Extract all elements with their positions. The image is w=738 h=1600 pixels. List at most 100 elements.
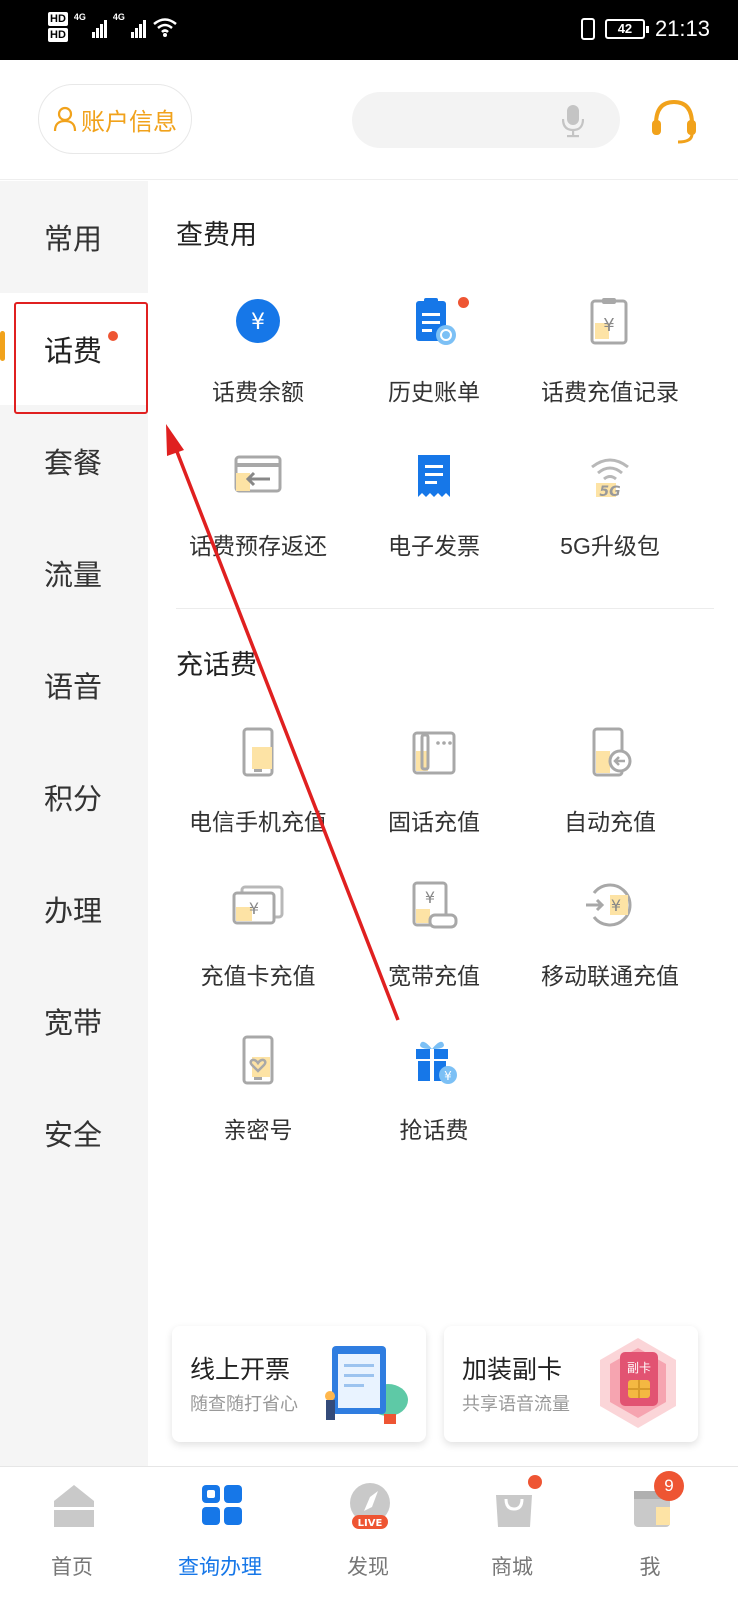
sub-card-art-text: 副卡	[627, 1361, 651, 1375]
bill-history-icon	[416, 298, 456, 345]
grid-item-label: 电信手机充值	[189, 809, 327, 835]
grid-item-landline-recharge[interactable]: 固话充值	[344, 727, 524, 877]
account-info-label: 账户信息	[81, 108, 177, 136]
sidebar-item-data[interactable]: 流量	[0, 517, 148, 629]
grid-item-label: 历史账单	[388, 379, 480, 405]
grid-item-e-invoice[interactable]: 电子发票	[344, 451, 524, 601]
card-recharge-icon: ¥	[232, 885, 284, 925]
notification-count-badge: 9	[654, 1471, 684, 1501]
grid-item-label: 移动联通充值	[541, 963, 679, 989]
hd-indicators: HD HD	[48, 12, 68, 42]
grid-item-recharge-record[interactable]: ¥ 话费充值记录	[520, 297, 700, 447]
promo-title: 线上开票	[190, 1356, 291, 1384]
svg-text:¥: ¥	[611, 896, 621, 915]
nav-query[interactable]: 查询办理	[160, 1481, 280, 1591]
grid-item-label: 自动充值	[564, 809, 656, 835]
sidebar-item-package[interactable]: 套餐	[0, 405, 148, 517]
promo-card-add-sub-card[interactable]: 加装副卡 共享语音流量 副卡	[444, 1326, 698, 1442]
invoice-illustration-icon	[325, 1346, 408, 1424]
sidebar-item-security[interactable]: 安全	[0, 1077, 148, 1189]
nav-discover[interactable]: LIVE 发现	[308, 1481, 428, 1591]
live-badge-text: LIVE	[358, 1518, 383, 1529]
section-title-check-fees: 查费用	[176, 220, 257, 250]
promo-card-online-invoice[interactable]: 线上开票 随查随打省心	[172, 1326, 426, 1442]
sidebar-item-voice[interactable]: 语音	[0, 629, 148, 741]
prestore-return-icon	[234, 455, 282, 493]
grid-item-label: 固话充值	[388, 809, 480, 835]
wifi-icon	[153, 18, 177, 37]
sim-card-illustration-icon: 副卡	[600, 1338, 676, 1428]
shopping-bag-icon	[496, 1495, 532, 1527]
notification-dot	[458, 297, 469, 308]
customer-service-icon[interactable]	[648, 96, 700, 146]
hd-badge-1: HD	[48, 12, 68, 26]
home-icon	[54, 1485, 94, 1527]
grid-item-label: 电子发票	[388, 533, 480, 559]
grid-item-card-recharge[interactable]: ¥ 充值卡充值	[168, 881, 348, 1031]
top-header: 账户信息	[0, 60, 738, 180]
sidebar-item-label: 积分	[44, 784, 103, 816]
grid-item-label: 宽带充值	[388, 963, 480, 989]
annotation-highlight-box	[14, 302, 148, 414]
vibrate-icon	[580, 18, 595, 40]
user-icon	[53, 106, 77, 132]
signal-group: HD HD 4G 4G	[48, 12, 178, 42]
grid-item-history-bill[interactable]: 历史账单	[344, 297, 524, 447]
grid-item-other-carrier-recharge[interactable]: ¥ 移动联通充值	[520, 881, 700, 1031]
nav-home[interactable]: 首页	[12, 1481, 132, 1591]
grid-apps-icon	[202, 1485, 242, 1525]
grid-item-label: 充值卡充值	[200, 963, 316, 989]
svg-text:¥: ¥	[251, 310, 265, 335]
discover-compass-icon: LIVE	[350, 1483, 390, 1529]
microphone-icon[interactable]	[562, 104, 584, 138]
grid-item-label: 话费余额	[212, 379, 304, 405]
grid-item-balance[interactable]: ¥ 话费余额	[168, 297, 348, 447]
phone-recharge-icon	[242, 727, 274, 777]
sidebar-item-common[interactable]: 常用	[0, 181, 148, 293]
signal-bars-1-icon	[91, 16, 107, 38]
svg-text:¥: ¥	[444, 1069, 452, 1083]
network-type-1: 4G	[73, 12, 86, 22]
grid-item-auto-recharge[interactable]: 自动充值	[520, 727, 700, 877]
network-type-2: 4G	[112, 12, 125, 22]
nav-label: 商城	[491, 1556, 533, 1579]
grid-item-broadband-recharge[interactable]: ¥ 宽带充值	[344, 881, 524, 1031]
search-input[interactable]	[352, 92, 620, 148]
auto-recharge-icon	[592, 727, 632, 777]
intimate-number-icon	[242, 1035, 274, 1085]
status-bar: HD HD 4G 4G 42 21:13	[0, 0, 738, 60]
bottom-navigation: 首页 查询办理 LIVE 发现 商城 9 我	[0, 1466, 738, 1600]
nav-label: 查询办理	[178, 1556, 262, 1579]
other-carrier-recharge-icon: ¥	[586, 883, 632, 927]
nav-label: 首页	[51, 1556, 93, 1579]
5g-wifi-icon: 5G	[591, 458, 629, 500]
section-title-recharge: 充话费	[176, 650, 257, 680]
grid-item-grab-credit[interactable]: ¥ 抢话费	[344, 1035, 524, 1185]
grid-item-phone-recharge[interactable]: 电信手机充值	[168, 727, 348, 877]
nav-label: 发现	[347, 1556, 389, 1579]
clock: 21:13	[654, 16, 710, 41]
signal-bars-2-icon	[130, 16, 146, 38]
sidebar-item-handle[interactable]: 办理	[0, 853, 148, 965]
grid-item-label: 话费充值记录	[541, 379, 679, 405]
sidebar-item-label: 宽带	[44, 1008, 103, 1040]
main-content: 查费用 ¥ 话费余额 历史账单 ¥ 话费充值记录 话费预存返还 电子发票 5G …	[148, 181, 738, 1497]
sidebar-item-label: 流量	[44, 560, 103, 592]
promo-subtitle: 共享语音流量	[462, 1394, 570, 1414]
landline-recharge-icon	[412, 731, 456, 775]
sidebar-item-broadband[interactable]: 宽带	[0, 965, 148, 1077]
sidebar-item-points[interactable]: 积分	[0, 741, 148, 853]
grid-item-prestore-return[interactable]: 话费预存返还	[168, 451, 348, 601]
e-invoice-icon	[418, 455, 450, 497]
5g-icon-text: 5G	[599, 484, 620, 500]
yuan-circle-icon: ¥	[236, 299, 280, 343]
account-info-button[interactable]: 账户信息	[38, 84, 192, 154]
hd-badge-2: HD	[48, 28, 68, 42]
sidebar-item-label: 语音	[44, 672, 103, 704]
nav-me[interactable]: 9 我	[590, 1471, 710, 1591]
grid-item-label: 抢话费	[399, 1117, 469, 1143]
grid-item-intimate-number[interactable]: 亲密号	[168, 1035, 348, 1185]
nav-mall[interactable]: 商城	[452, 1475, 572, 1591]
grid-item-5g-upgrade[interactable]: 5G 5G升级包	[520, 451, 700, 601]
svg-text:¥: ¥	[249, 899, 259, 918]
